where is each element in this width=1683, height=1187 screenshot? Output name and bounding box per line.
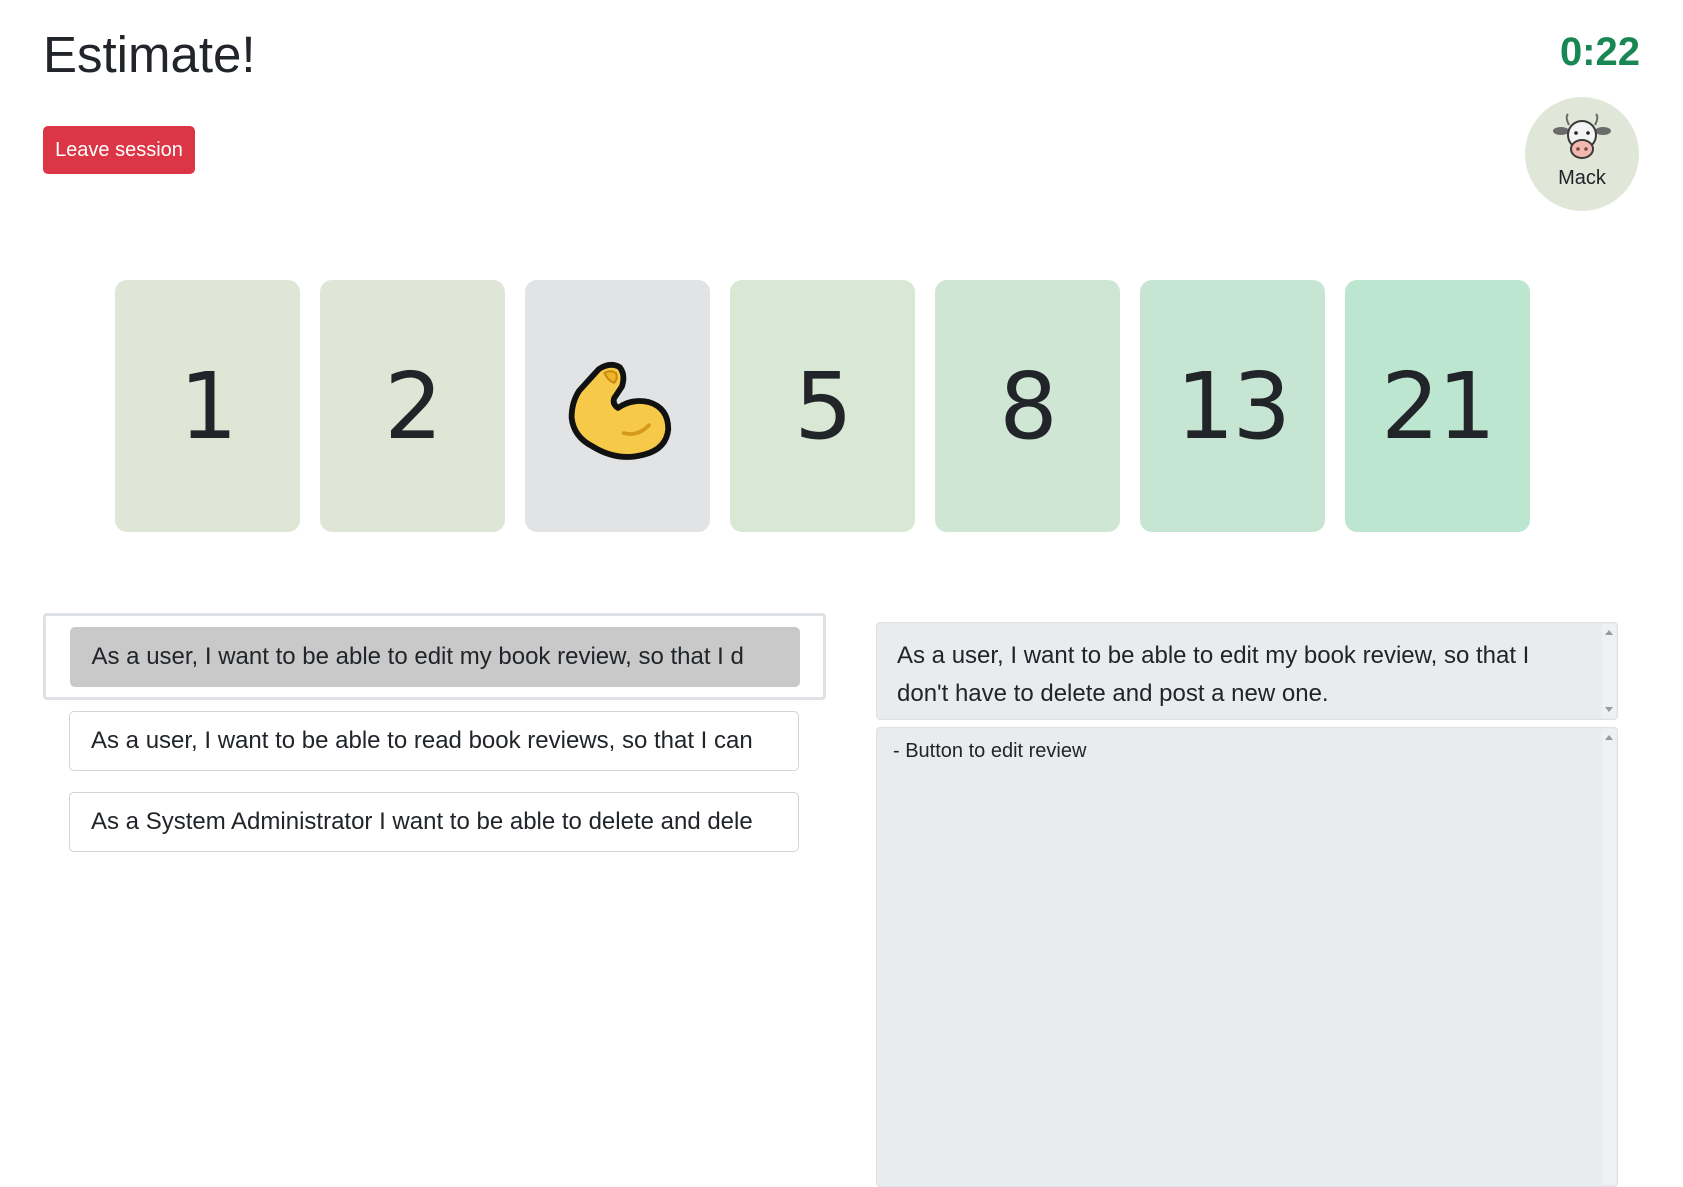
- story-notes-field[interactable]: - Button to edit review: [876, 727, 1618, 1187]
- participant-avatar: Mack: [1525, 97, 1639, 211]
- story-list: As a user, I want to be able to edit my …: [43, 613, 826, 852]
- participant-name: Mack: [1558, 166, 1606, 189]
- story-item[interactable]: As a user, I want to be able to edit my …: [69, 626, 800, 687]
- story-item[interactable]: As a user, I want to be able to read boo…: [69, 711, 799, 771]
- estimate-card-deck: 1 2 5 8 13 21: [115, 280, 1530, 532]
- story-notes-text: - Button to edit review: [893, 740, 1087, 762]
- scrollbar[interactable]: [1602, 729, 1616, 1185]
- estimate-card-8[interactable]: 8: [935, 280, 1120, 532]
- story-title-field[interactable]: As a user, I want to be able to edit my …: [876, 622, 1618, 720]
- estimate-card-1[interactable]: 1: [115, 280, 300, 532]
- story-item[interactable]: As a System Administrator I want to be a…: [69, 792, 799, 852]
- scroll-down-icon[interactable]: [1605, 707, 1613, 712]
- countdown-timer: 0:22: [1559, 30, 1640, 74]
- story-title-text: As a user, I want to be able to edit my …: [897, 642, 1530, 707]
- estimate-card-13[interactable]: 13: [1140, 280, 1325, 532]
- estimate-card-5[interactable]: 5: [730, 280, 915, 532]
- estimate-card-2[interactable]: 2: [320, 280, 505, 532]
- scroll-up-icon[interactable]: [1605, 735, 1613, 740]
- selected-story-frame: As a user, I want to be able to edit my …: [43, 613, 826, 700]
- page-title: Estimate!: [43, 26, 256, 83]
- estimate-card-21[interactable]: 21: [1345, 280, 1530, 532]
- cow-icon: [1553, 112, 1611, 159]
- flexed-biceps-icon: [568, 361, 671, 460]
- scrollbar[interactable]: [1602, 624, 1616, 718]
- scroll-up-icon[interactable]: [1605, 630, 1613, 635]
- leave-session-button[interactable]: Leave session: [43, 126, 195, 174]
- estimate-card-3[interactable]: [525, 280, 710, 532]
